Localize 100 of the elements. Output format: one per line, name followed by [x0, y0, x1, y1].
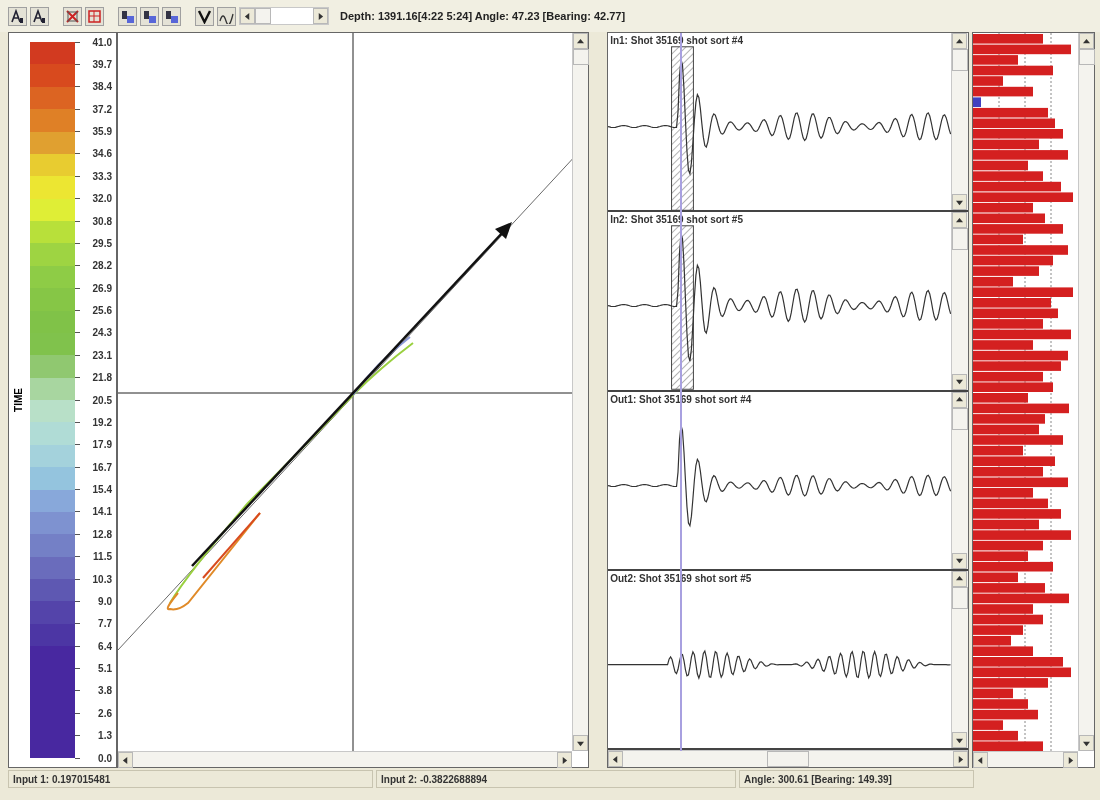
- tick-mark: [75, 377, 80, 379]
- tick-label: 30.8: [91, 215, 112, 227]
- toolbar-button[interactable]: [118, 6, 137, 26]
- toolbar-button[interactable]: [8, 6, 27, 26]
- scroll-arrow-button[interactable]: [972, 752, 988, 768]
- tick-mark: [75, 556, 80, 558]
- scroll-arrow-button[interactable]: [240, 8, 255, 24]
- tick-label: 35.9: [91, 126, 112, 137]
- status-field: Input 1: 0.197015481: [8, 770, 373, 788]
- scroll-arrow-button[interactable]: [573, 33, 589, 49]
- tick-mark: [75, 533, 80, 535]
- horizontal-scrollbar[interactable]: [118, 751, 573, 767]
- scroll-thumb[interactable]: [255, 8, 271, 24]
- horizontal-scrollbar[interactable]: [239, 7, 329, 25]
- horizontal-scrollbar[interactable]: [972, 751, 1078, 767]
- tick-label: 37.2: [91, 103, 112, 115]
- scroll-arrow-button[interactable]: [951, 194, 967, 211]
- tick-label: 25.6: [91, 305, 112, 316]
- toolbar-button[interactable]: [30, 6, 49, 26]
- scroll-arrow-button[interactable]: [1079, 735, 1094, 751]
- tick-label: 12.8: [91, 528, 112, 540]
- vertical-scrollbar[interactable]: [572, 33, 589, 751]
- scroll-thumb[interactable]: [951, 228, 968, 251]
- trace-title: Out2: Shot 35169 shot sort #5: [609, 571, 753, 584]
- horizontal-scrollbar[interactable]: [608, 750, 968, 767]
- tick-mark: [75, 175, 80, 177]
- tick-label: 32.0: [91, 193, 112, 205]
- triangle-left-icon: [244, 12, 251, 20]
- triangle-left-icon: [122, 756, 130, 764]
- scroll-arrow-button[interactable]: [1063, 752, 1078, 768]
- scroll-arrow-button[interactable]: [952, 751, 968, 767]
- scroll-arrow-button[interactable]: [573, 735, 589, 751]
- triangle-down-icon: [1083, 739, 1090, 747]
- grid-icon: [87, 8, 102, 24]
- tick-mark: [75, 511, 80, 513]
- tick-mark: [75, 63, 80, 65]
- tick-mark: [75, 712, 80, 714]
- tick-label: 14.1: [91, 506, 112, 518]
- tick-label: 15.4: [91, 484, 112, 495]
- tick-mark: [75, 399, 80, 401]
- toolbar-button[interactable]: [140, 6, 159, 26]
- tick-label: 41.0: [91, 36, 112, 48]
- scroll-arrow-button[interactable]: [951, 552, 967, 569]
- triangle-left-icon: [976, 756, 984, 764]
- tick-label: 17.9: [91, 439, 112, 451]
- tick-mark: [75, 444, 80, 446]
- tick-label: 7.7: [97, 618, 112, 630]
- scroll-arrow-button[interactable]: [608, 751, 624, 767]
- tick-mark: [75, 86, 80, 88]
- tick-mark: [75, 690, 80, 692]
- tick-mark: [75, 466, 80, 468]
- scroll-arrow-button[interactable]: [313, 8, 328, 24]
- tick-label: 0.0: [97, 752, 112, 764]
- toolbar-button[interactable]: [162, 6, 181, 26]
- vertical-scrollbar[interactable]: [1078, 33, 1094, 751]
- scroll-thumb[interactable]: [951, 49, 968, 71]
- scroll-arrow-button[interactable]: [118, 752, 134, 768]
- tick-mark: [75, 623, 80, 625]
- scroll-arrow-button[interactable]: [1079, 33, 1094, 49]
- scroll-arrow-button[interactable]: [951, 33, 967, 49]
- triangle-right-icon: [1067, 756, 1074, 764]
- vertical-scrollbar[interactable]: [950, 391, 968, 569]
- status-field: Angle: 300.61 [Bearing: 149.39]: [739, 770, 974, 788]
- scroll-thumb[interactable]: [1079, 49, 1095, 65]
- tick-label: 20.5: [91, 394, 112, 406]
- toolbar-button[interactable]: [217, 6, 236, 26]
- status-field: Input 2: -0.3822688894: [376, 770, 736, 788]
- triangle-up-icon: [1083, 37, 1090, 45]
- toolbar-button[interactable]: [195, 6, 214, 26]
- scroll-arrow-button[interactable]: [951, 373, 967, 390]
- squares-icon: [164, 8, 179, 24]
- scroll-thumb[interactable]: [951, 586, 968, 609]
- scroll-thumb[interactable]: [951, 407, 968, 430]
- depth-angle-readout: Depth: 1391.16[4:22 5:24] Angle: 47.23 [Bearing: 42.77]: [340, 10, 626, 22]
- triangle-up-icon: [955, 37, 963, 45]
- tick-label: 29.5: [91, 237, 112, 249]
- tick-mark: [75, 242, 80, 244]
- tick-label: 11.5: [92, 551, 112, 563]
- triangle-right-icon: [956, 755, 964, 763]
- triangle-right-icon: [561, 756, 569, 764]
- scroll-thumb[interactable]: [767, 751, 809, 767]
- vertical-scrollbar[interactable]: [950, 33, 968, 211]
- scroll-arrow-button[interactable]: [557, 752, 573, 768]
- vertical-scrollbar[interactable]: [950, 212, 968, 390]
- tick-label: 26.9: [91, 282, 112, 294]
- vertical-scrollbar[interactable]: [950, 570, 968, 748]
- scroll-thumb[interactable]: [573, 49, 590, 65]
- tick-mark: [75, 489, 80, 490]
- scroll-arrow-button[interactable]: [951, 212, 967, 229]
- tick-mark: [75, 310, 80, 311]
- tick-mark: [75, 354, 80, 356]
- tick-label: 33.3: [91, 170, 112, 182]
- tick-mark: [75, 108, 80, 110]
- tick-mark: [75, 153, 80, 155]
- tick-label: 1.3: [97, 730, 112, 742]
- tick-label: 19.2: [91, 416, 112, 428]
- tick-mark: [75, 578, 80, 580]
- scroll-arrow-button[interactable]: [951, 732, 967, 748]
- tick-mark: [75, 41, 80, 43]
- squares-icon: [142, 8, 157, 24]
